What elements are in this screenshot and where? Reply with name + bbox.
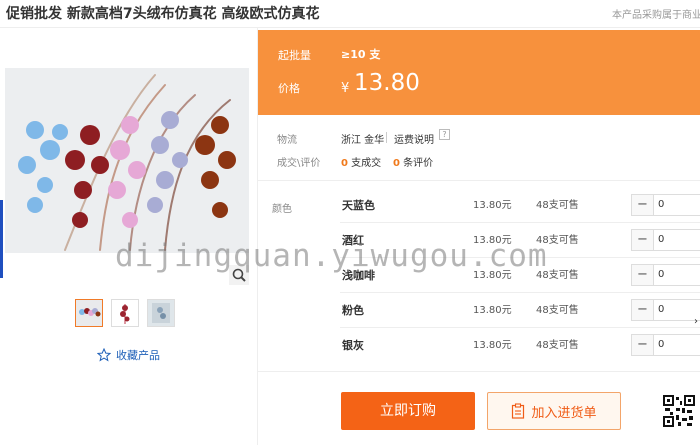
thumbnail-2[interactable] bbox=[111, 299, 139, 327]
color-label: 颜色 bbox=[272, 204, 292, 215]
sku-row: 银灰 13.80元 48支可售 − 0 bbox=[340, 328, 700, 363]
watermark: dijingquan.yiwugou.com bbox=[115, 238, 548, 274]
price-label: 价格 bbox=[278, 82, 300, 95]
purchase-notice: 本产品采购属于商业 bbox=[612, 10, 700, 21]
logistics-origin: 浙江 金华 bbox=[341, 135, 385, 146]
quantity-input[interactable]: 0 bbox=[658, 265, 664, 285]
minus-icon[interactable]: − bbox=[632, 300, 654, 320]
qr-code-icon[interactable] bbox=[662, 394, 696, 428]
sku-stock: 48支可售 bbox=[536, 305, 579, 316]
min-order-value: ≥10 支 bbox=[341, 48, 381, 61]
thumbnail-1[interactable] bbox=[75, 299, 103, 327]
quantity-input[interactable]: 0 bbox=[658, 230, 664, 250]
minus-icon[interactable]: − bbox=[632, 195, 654, 215]
top-divider bbox=[0, 27, 700, 28]
product-title: 促销批发 新款高档7头绒布仿真花 高级欧式仿真花 bbox=[6, 6, 320, 22]
help-icon[interactable]: ? bbox=[439, 129, 450, 140]
sku-price: 13.80元 bbox=[473, 340, 512, 351]
price-panel: 起批量 ≥10 支 价格 ¥ 13.80 bbox=[258, 30, 700, 115]
shipping-info-link[interactable]: 运费说明 bbox=[394, 131, 434, 146]
quantity-stepper[interactable]: − 0 bbox=[631, 299, 700, 321]
sku-price: 13.80元 bbox=[473, 305, 512, 316]
thumbnail-3[interactable] bbox=[147, 299, 175, 327]
sku-name: 天蓝色 bbox=[342, 199, 375, 212]
currency-symbol: ¥ bbox=[341, 81, 350, 96]
left-accent-bar bbox=[0, 200, 3, 278]
star-icon bbox=[97, 348, 111, 362]
add-to-cart-label: 加入进货单 bbox=[531, 405, 597, 421]
sku-price: 13.80元 bbox=[473, 200, 512, 211]
clipboard-icon bbox=[512, 403, 525, 419]
sku-row: 粉色 13.80元 48支可售 − 0 bbox=[340, 293, 700, 328]
favorite-label: 收藏产品 bbox=[116, 349, 160, 362]
price-value: 13.80 bbox=[354, 70, 420, 96]
quantity-stepper[interactable]: − 0 bbox=[631, 334, 700, 356]
logistics-separator bbox=[386, 132, 387, 143]
favorite-button[interactable]: 收藏产品 bbox=[97, 347, 160, 363]
sku-stock: 48支可售 bbox=[536, 200, 579, 211]
transactions-label: 成交\评价 bbox=[277, 158, 321, 169]
section-divider bbox=[258, 371, 700, 372]
quantity-input[interactable]: 0 bbox=[658, 335, 664, 355]
sku-row: 天蓝色 13.80元 48支可售 − 0 bbox=[340, 188, 700, 223]
quantity-stepper[interactable]: − 0 bbox=[631, 264, 700, 286]
thumbnail-strip bbox=[75, 299, 175, 327]
scroll-caret-icon[interactable]: › bbox=[694, 316, 698, 327]
minus-icon[interactable]: − bbox=[632, 230, 654, 250]
quantity-stepper[interactable]: − 0 bbox=[631, 194, 700, 216]
sku-stock: 48支可售 bbox=[536, 340, 579, 351]
minus-icon[interactable]: − bbox=[632, 265, 654, 285]
add-to-cart-button[interactable]: 加入进货单 bbox=[487, 392, 621, 430]
sku-name: 粉色 bbox=[342, 304, 364, 317]
review-count[interactable]: 0 条评价 bbox=[393, 154, 433, 169]
logistics-label: 物流 bbox=[277, 135, 297, 146]
sku-name: 银灰 bbox=[342, 339, 364, 352]
minus-icon[interactable]: − bbox=[632, 335, 654, 355]
quantity-input[interactable]: 0 bbox=[658, 300, 664, 320]
deal-count[interactable]: 0 支成交 bbox=[341, 154, 381, 169]
buy-now-button[interactable]: 立即订购 bbox=[341, 392, 475, 430]
quantity-input[interactable]: 0 bbox=[658, 195, 664, 215]
quantity-stepper[interactable]: − 0 bbox=[631, 229, 700, 251]
min-order-label: 起批量 bbox=[278, 49, 311, 62]
section-divider bbox=[258, 180, 700, 181]
